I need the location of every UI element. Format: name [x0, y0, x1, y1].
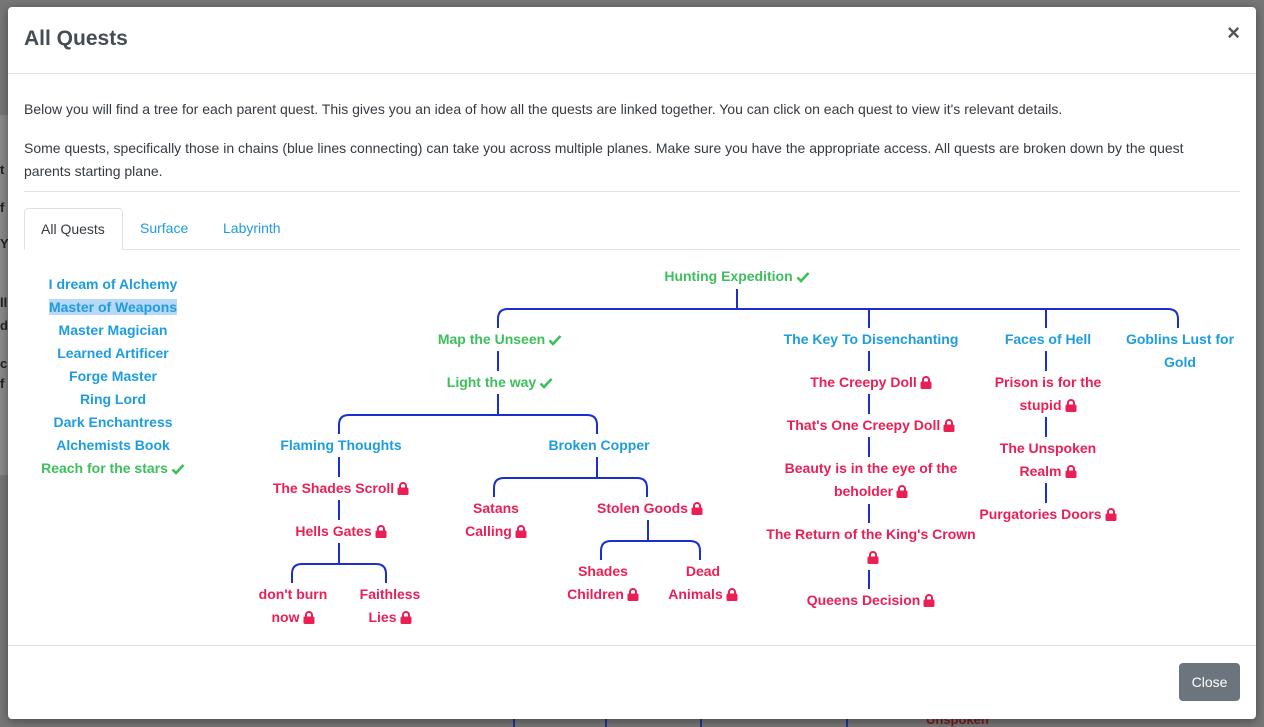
quest-node-faithless-lies[interactable]: Faithless Lies [351, 583, 429, 629]
quest-node-shades-children[interactable]: Shades Children [561, 560, 645, 606]
lock-icon [400, 611, 411, 624]
lock-icon [726, 588, 738, 601]
quest-node-flaming-thoughts[interactable]: Flaming Thoughts [274, 434, 408, 457]
modal-footer: Close [8, 645, 1256, 719]
background-text-fragment: ll [0, 295, 8, 310]
check-icon [171, 464, 185, 475]
quest-list-item[interactable]: Reach for the stars [24, 458, 202, 478]
quest-list-item[interactable]: Master of Weapons [24, 297, 202, 317]
quest-node-dead-animals[interactable]: Dead Animals [662, 560, 744, 606]
background-text-fragment: t [0, 162, 5, 177]
quest-node-return-kings-crown[interactable]: The Return of the King's Crown [762, 523, 980, 569]
plane-tabs: All Quests Surface Labyrinth [24, 208, 1240, 250]
quest-node-satans-calling[interactable]: Satans Calling [456, 497, 536, 543]
quest-node-the-creepy-doll[interactable]: The Creepy Doll [798, 371, 944, 394]
quest-node-thats-one-creepy-doll[interactable]: That's One Creepy Doll [776, 414, 966, 437]
quest-node-stolen-goods[interactable]: Stolen Goods [586, 497, 714, 520]
all-quests-modal: All Quests × Below you will find a tree … [8, 7, 1256, 719]
quest-list-item[interactable]: Forge Master [24, 366, 202, 386]
lock-icon [923, 594, 935, 607]
quest-node-map-the-unseen[interactable]: Map the Unseen [430, 328, 570, 351]
lock-icon [1065, 465, 1077, 478]
intro-text-planes: Some quests, specifically those in chain… [24, 140, 1184, 179]
quest-node-queens-decision[interactable]: Queens Decision [798, 589, 944, 612]
check-icon [548, 335, 562, 346]
quest-node-broken-copper[interactable]: Broken Copper [542, 434, 656, 457]
lock-icon [920, 376, 932, 389]
tab-labyrinth[interactable]: Labyrinth [207, 208, 297, 249]
lock-icon [303, 611, 314, 624]
lock-icon [867, 551, 878, 564]
quest-list-item[interactable]: Master Magician [24, 320, 202, 340]
quest-node-the-unspoken-realm[interactable]: The Unspoken Realm [986, 437, 1110, 483]
lock-icon [896, 485, 908, 498]
quest-list-item[interactable]: Dark Enchantress [24, 412, 202, 432]
lock-icon [691, 502, 703, 515]
quest-node-beauty-beholder[interactable]: Beauty is in the eye of the beholder [774, 457, 968, 503]
quest-list-item[interactable]: Learned Artificer [24, 343, 202, 363]
background-text-fragment: f [0, 376, 5, 391]
quest-node-light-the-way[interactable]: Light the way [438, 371, 562, 394]
background-text-fragment: d [0, 318, 8, 333]
check-icon [539, 378, 553, 389]
tab-surface[interactable]: Surface [124, 208, 204, 249]
quest-list-item[interactable]: Ring Lord [24, 389, 202, 409]
quest-node-faces-of-hell[interactable]: Faces of Hell [988, 328, 1108, 351]
quest-node-the-shades-scroll[interactable]: The Shades Scroll [264, 477, 418, 500]
close-button[interactable]: Close [1179, 663, 1240, 701]
quest-node-prison-is-for-the-stupid[interactable]: Prison is for the stupid [980, 371, 1116, 417]
lock-icon [1065, 399, 1076, 412]
quest-node-goblins-lust-for-gold[interactable]: Goblins Lust for Gold [1116, 328, 1244, 374]
divider [24, 191, 1240, 192]
quest-node-key-to-disenchanting[interactable]: The Key To Disenchanting [774, 328, 968, 351]
modal-header: All Quests × [8, 7, 1256, 74]
lock-icon [1105, 508, 1117, 521]
check-icon [796, 272, 810, 283]
quest-node-dont-burn-now[interactable]: don't burn now [252, 583, 334, 629]
modal-title: All Quests [24, 27, 128, 50]
background-text-fragment: c [0, 356, 8, 371]
quest-node-purgatories-doors[interactable]: Purgatories Doors [968, 503, 1128, 526]
quest-list-item[interactable]: I dream of Alchemy [24, 274, 202, 294]
lock-icon [515, 525, 527, 538]
tab-all-quests[interactable]: All Quests [24, 208, 123, 250]
quest-list-item[interactable]: Alchemists Book [24, 435, 202, 455]
intro-text: Below you will find a tree for each pare… [24, 101, 1063, 117]
close-icon[interactable]: × [1227, 22, 1240, 44]
lock-icon [943, 419, 955, 432]
quest-node-hells-gates[interactable]: Hells Gates [284, 520, 398, 543]
background-text-fragment: f [0, 200, 5, 215]
lock-icon [375, 525, 387, 538]
quest-node-hunting-expedition[interactable]: Hunting Expedition [660, 265, 814, 288]
lock-icon [627, 588, 639, 601]
lock-icon [397, 482, 409, 495]
